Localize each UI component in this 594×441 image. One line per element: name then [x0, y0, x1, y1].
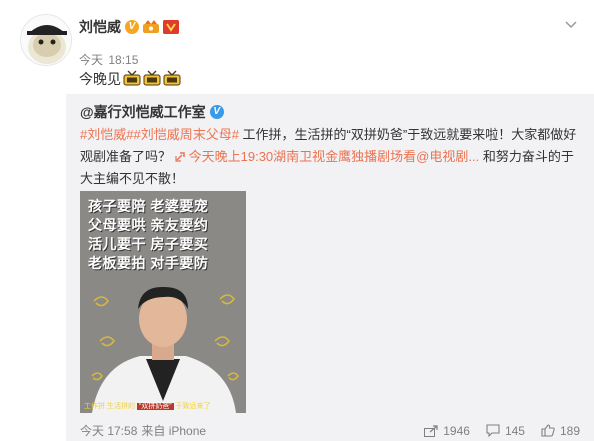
poster-text-block: 孩子要陪 老婆要宠 父母要哄 亲友要约 活儿要干 房子要买 老板要拍 对手要防: [88, 197, 238, 273]
verified-badge-icon: V: [209, 105, 224, 119]
poster-line: 活儿要干 房子要买: [88, 236, 209, 252]
event-link[interactable]: 今天晚上19:30湖南卫视金鹰独播剧场看@电视剧...: [175, 149, 480, 164]
poster-caption-c: 于致远来了: [173, 403, 211, 410]
hashtag-link[interactable]: #刘恺威周末父母#: [133, 127, 238, 142]
member-badge-icon[interactable]: [163, 20, 179, 34]
verified-badge-icon: V: [125, 20, 139, 34]
post-content: 今晚见: [79, 69, 181, 89]
poster-caption-a: 工作拼 生活拼的: [84, 403, 137, 410]
share-button[interactable]: 1946: [424, 424, 470, 438]
repost-text: #刘恺威##刘恺威周末父母# 工作拼，生活拼的“双拼奶爸”于致远就要来啦！大家都…: [80, 124, 580, 190]
poster-line: 老板要拍 对手要防: [88, 255, 209, 271]
post-time-label: 今天: [79, 53, 104, 67]
share-count: 1946: [443, 423, 470, 438]
like-count: 189: [559, 423, 580, 438]
event-link-text: 今天晚上19:30湖南卫视金鹰独播剧场看@电视剧...: [188, 149, 480, 164]
poster-line: 父母要哄 亲友要约: [88, 217, 209, 233]
repost-author-name[interactable]: @嘉行刘恺威工作室: [80, 102, 206, 122]
comment-count: 145: [504, 423, 525, 438]
like-button[interactable]: 189: [541, 424, 580, 438]
post-timestamp[interactable]: 今天 18:15: [79, 51, 138, 68]
repost-source: 来自 iPhone: [141, 424, 207, 438]
post-time-value: 18:15: [108, 53, 139, 67]
comment-icon: [486, 424, 500, 437]
comment-button[interactable]: 145: [486, 424, 525, 438]
tv-icon: [143, 70, 161, 89]
post-author-row: 刘恺威 V: [79, 17, 179, 37]
crown-badge-icon[interactable]: [142, 20, 160, 34]
post-text: 今晚见: [79, 71, 121, 87]
poster-image[interactable]: 孩子要陪 老婆要宠 父母要哄 亲友要约 活儿要干 房子要买 老板要拍 对手要防 …: [80, 191, 246, 413]
repost-card[interactable]: @嘉行刘恺威工作室 V #刘恺威##刘恺威周末父母# 工作拼，生活拼的“双拼奶爸…: [66, 94, 594, 441]
repost-author-row: @嘉行刘恺威工作室 V: [80, 102, 224, 122]
tv-icon: [123, 70, 141, 89]
poster-line: 孩子要陪 老婆要宠: [88, 198, 209, 214]
poster-caption-b: “双拼奶爸”: [136, 403, 174, 410]
link-icon: [175, 152, 185, 162]
tv-icon: [163, 70, 181, 89]
repost-footer: 今天 17:58 来自 iPhone 1946 145 189: [80, 422, 580, 439]
repost-timestamp[interactable]: 今天 17:58: [80, 422, 137, 439]
like-icon: [541, 424, 555, 437]
poster-caption: 工作拼 生活拼的 “双拼奶爸” 于致远来了: [84, 401, 244, 411]
post-author-name[interactable]: 刘恺威: [79, 17, 121, 37]
hashtag-link[interactable]: #刘恺威#: [80, 127, 133, 142]
share-icon: [424, 424, 438, 437]
more-options-chevron-icon[interactable]: [565, 16, 577, 34]
avatar-image: [21, 15, 71, 65]
avatar[interactable]: [20, 14, 72, 66]
